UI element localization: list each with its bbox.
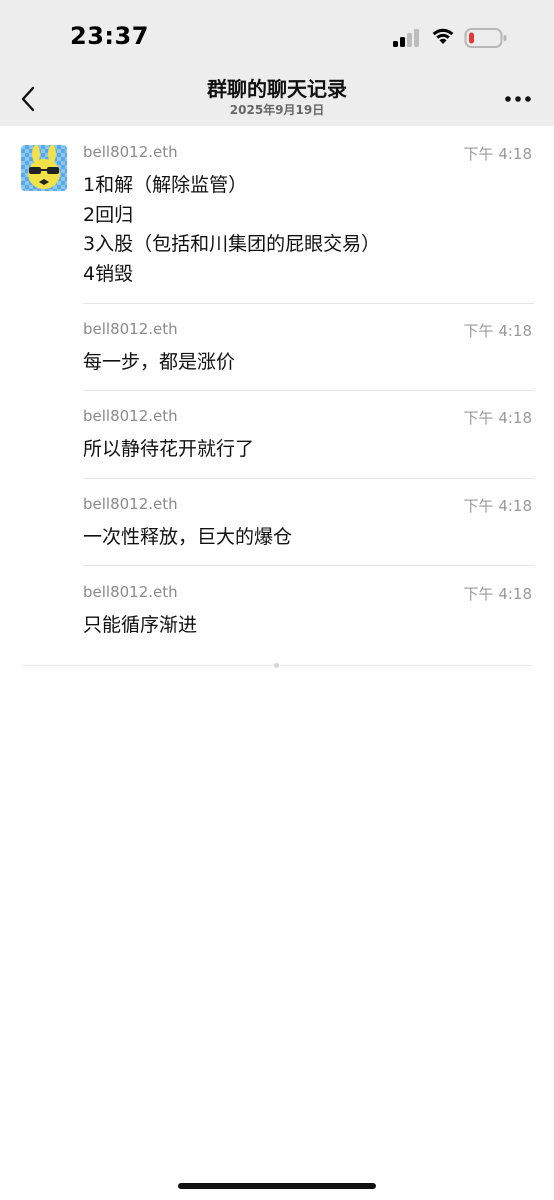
message-time: 下午 4:18 — [463, 322, 532, 340]
message-time: 下午 4:18 — [463, 585, 532, 603]
sender-name: bell8012.eth — [83, 583, 178, 601]
chevron-left-icon — [21, 86, 35, 112]
message-item[interactable]: bell8012.eth 下午 4:18 所以静待花开就行了 — [0, 391, 554, 479]
message-text-line: 3入股（包括和川集团的屁眼交易） — [83, 233, 381, 255]
rabbit-avatar-icon — [21, 145, 67, 191]
status-bar: 23:37 — [0, 0, 554, 70]
sender-name: bell8012.eth — [83, 495, 178, 513]
message-text-line: 只能循序渐进 — [83, 614, 198, 636]
message-time: 下午 4:18 — [463, 409, 532, 427]
more-button[interactable] — [496, 84, 540, 114]
message-item[interactable]: bell8012.eth 下午 4:18 1和解（解除监管） 2回归 3入股（包… — [0, 126, 554, 304]
page-title: 群聊的聊天记录 — [207, 77, 347, 101]
message-item[interactable]: bell8012.eth 下午 4:18 每一步，都是涨价 — [0, 304, 554, 391]
wifi-icon — [432, 28, 454, 44]
message-text-line: 4销毁 — [83, 263, 134, 285]
sender-name: bell8012.eth — [83, 407, 178, 425]
sender-name: bell8012.eth — [83, 320, 178, 338]
nav-title-group: 群聊的聊天记录 2025年9月19日 — [127, 76, 427, 118]
message-text-line: 每一步，都是涨价 — [83, 351, 236, 373]
sender-name: bell8012.eth — [83, 143, 178, 161]
home-indicator[interactable] — [178, 1183, 376, 1189]
message-item[interactable]: bell8012.eth 下午 4:18 一次性释放，巨大的爆仓 — [0, 479, 554, 566]
message-text-line: 所以静待花开就行了 — [83, 438, 255, 460]
message-time: 下午 4:18 — [463, 497, 532, 515]
message-text-line: 2回归 — [83, 204, 134, 226]
message-text-line: 1和解（解除监管） — [83, 174, 248, 196]
navigation-bar: 群聊的聊天记录 2025年9月19日 — [0, 70, 554, 126]
page-subtitle: 2025年9月19日 — [229, 103, 325, 117]
message-time: 下午 4:18 — [463, 145, 532, 163]
more-dots-icon — [505, 96, 531, 102]
message-item[interactable]: bell8012.eth 下午 4:18 只能循序渐进 — [0, 566, 554, 656]
battery-low-icon — [464, 28, 507, 48]
signal-icon — [393, 29, 419, 47]
back-button[interactable] — [12, 82, 46, 116]
status-time: 23:37 — [70, 22, 149, 50]
message-text-line: 一次性释放，巨大的爆仓 — [83, 526, 293, 548]
end-of-history-dot — [274, 663, 279, 668]
avatar[interactable] — [21, 145, 67, 191]
